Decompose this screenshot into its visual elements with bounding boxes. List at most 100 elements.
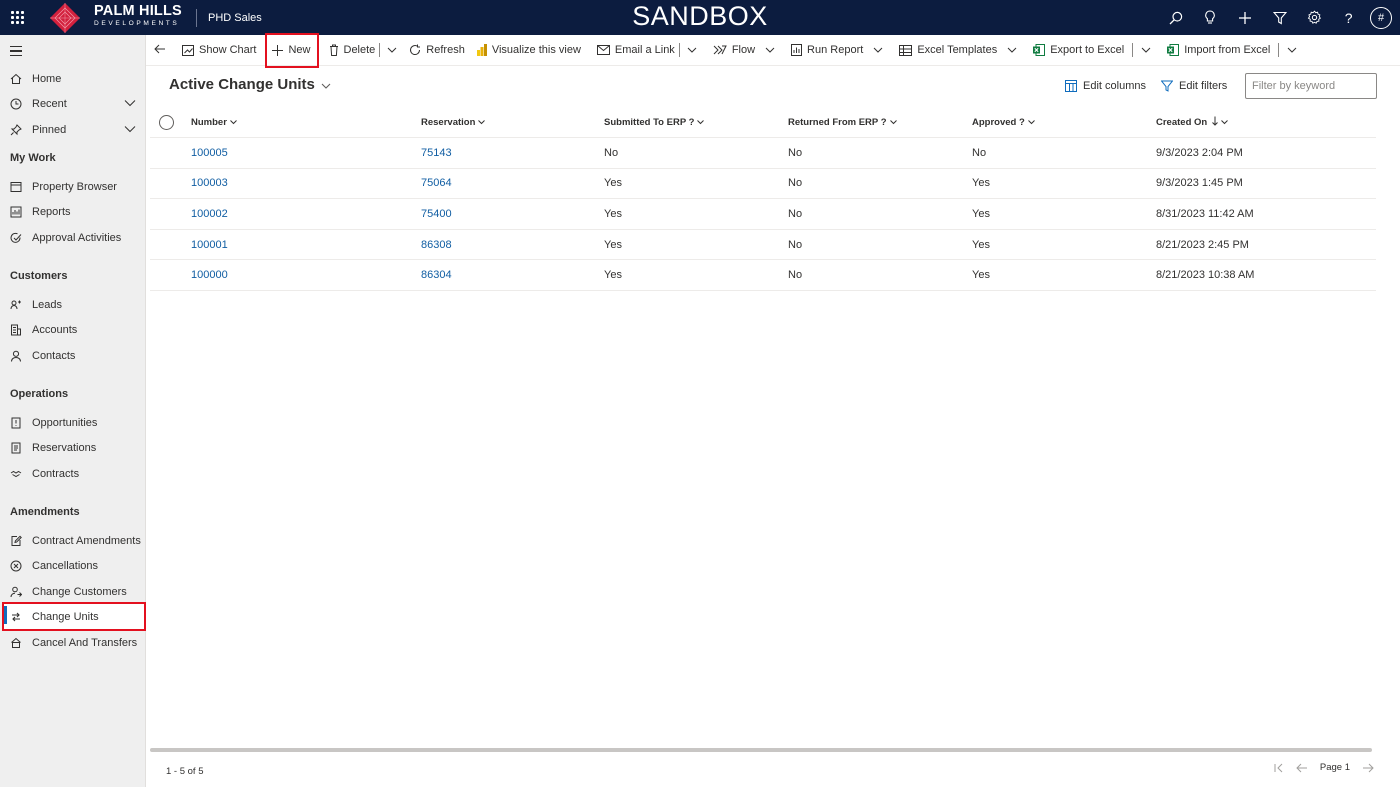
approved-cell: No (972, 146, 987, 159)
horizontal-scrollbar[interactable] (150, 748, 1372, 752)
pin-icon (9, 123, 23, 137)
sidebar-item-label: Leads (32, 299, 62, 311)
submitted-cell: Yes (604, 238, 622, 251)
column-header-returned-from-erp[interactable]: Returned From ERP ? (788, 108, 897, 137)
flow-icon (713, 45, 727, 55)
number-link[interactable]: 100002 (191, 199, 228, 229)
sidebar-item-label: Recent (32, 98, 67, 110)
sidebar-item-pinned[interactable]: Pinned (0, 117, 146, 143)
search-icon[interactable] (1158, 0, 1193, 35)
sidebar-item-cancel-and-transfers[interactable]: Cancel And Transfers (0, 630, 146, 656)
export-excel-button[interactable]: Export to Excel (1025, 35, 1126, 66)
chevron-down-icon[interactable] (124, 124, 136, 136)
table-row[interactable]: 100003 75064 Yes No Yes 9/3/2023 1:45 PM (150, 169, 1376, 200)
number-link[interactable]: 100003 (191, 169, 228, 199)
next-page-icon[interactable] (1362, 763, 1374, 773)
chevron-down-icon (687, 44, 697, 56)
help-icon[interactable]: ? (1331, 0, 1366, 35)
sidebar-item-approval-activities[interactable]: Approval Activities (0, 225, 146, 251)
number-link[interactable]: 100001 (191, 230, 228, 260)
reservation-link[interactable]: 86308 (421, 230, 452, 260)
sidebar-section-operations: Operations (10, 388, 69, 400)
submitted-cell: No (604, 146, 619, 159)
sidebar-item-change-units[interactable]: Change Units (2, 602, 146, 631)
sidebar-item-recent[interactable]: Recent (0, 91, 146, 117)
sidebar-item-cancellations[interactable]: Cancellations (0, 553, 146, 579)
lightbulb-icon[interactable] (1193, 0, 1228, 35)
sidebar-item-property-browser[interactable]: Property Browser (0, 174, 146, 200)
browser-icon (9, 180, 23, 194)
table-row[interactable]: 100000 86304 Yes No Yes 8/21/2023 10:38 … (150, 260, 1376, 291)
refresh-button[interactable]: Refresh (403, 35, 471, 66)
sidebar-item-leads[interactable]: Leads (0, 292, 146, 318)
logo-subtitle: DEVELOPMENTS (94, 19, 180, 27)
sidebar-item-reservations[interactable]: Reservations (0, 435, 146, 461)
sidebar-item-label: Accounts (32, 324, 78, 336)
show-chart-button[interactable]: Show Chart (176, 35, 262, 66)
gear-icon[interactable] (1297, 0, 1332, 35)
flow-button[interactable]: Flow (703, 35, 759, 66)
column-header-created-on[interactable]: Created On (1156, 108, 1229, 137)
avatar[interactable]: # (1370, 6, 1392, 29)
import-excel-dropdown[interactable] (1283, 35, 1301, 66)
sidebar-item-label: Approval Activities (32, 232, 122, 244)
column-header-label: Reservation (421, 117, 476, 128)
created-on-cell: 9/3/2023 2:04 PM (1156, 146, 1243, 159)
back-button[interactable] (146, 35, 176, 66)
trash-icon (329, 44, 339, 56)
visualize-button[interactable]: Visualize this view (471, 35, 587, 66)
email-link-dropdown[interactable] (684, 35, 703, 66)
email-link-button[interactable]: Email a Link (587, 35, 677, 66)
reservation-link[interactable]: 75143 (421, 138, 452, 168)
select-all-checkbox[interactable] (159, 115, 174, 130)
table-row[interactable]: 100002 75400 Yes No Yes 8/31/2023 11:42 … (150, 199, 1376, 230)
delete-button[interactable]: Delete (319, 35, 378, 66)
sidebar-item-contacts[interactable]: Contacts (0, 343, 146, 369)
excel-templates-dropdown[interactable] (1001, 35, 1025, 66)
export-excel-dropdown[interactable] (1137, 35, 1161, 66)
sidebar-item-accounts[interactable]: Accounts (0, 317, 146, 343)
topbar-actions: ? # (1158, 0, 1400, 35)
show-chart-label: Show Chart (199, 44, 257, 56)
run-report-button[interactable]: Run Report (783, 35, 867, 66)
sidebar-item-label: Home (32, 73, 62, 85)
first-page-icon[interactable] (1274, 763, 1284, 773)
previous-page-icon[interactable] (1296, 763, 1308, 773)
flow-dropdown[interactable] (759, 35, 783, 66)
hamburger-icon[interactable] (10, 46, 22, 59)
sidebar-item-reports[interactable]: Reports (0, 199, 146, 225)
column-header-reservation[interactable]: Reservation (421, 108, 486, 137)
sidebar-item-contracts[interactable]: Contracts (0, 461, 146, 487)
chevron-down-icon[interactable] (124, 98, 136, 110)
column-header-number[interactable]: Number (191, 108, 237, 137)
column-header-approved[interactable]: Approved ? (972, 108, 1035, 137)
import-excel-button[interactable]: Import from Excel (1161, 35, 1272, 66)
delete-more-dropdown[interactable] (384, 35, 403, 66)
edit-columns-button[interactable]: Edit columns (1065, 73, 1146, 99)
plus-icon[interactable] (1228, 0, 1263, 35)
sidebar-item-contract-amendments[interactable]: Contract Amendments (0, 528, 146, 554)
view-selector[interactable]: Active Change Units (169, 76, 331, 93)
app-launcher-icon[interactable] (9, 9, 25, 25)
export-excel-label: Export to Excel (1050, 44, 1125, 56)
run-report-dropdown[interactable] (867, 35, 891, 66)
sidebar-item-label: Contract Amendments (32, 535, 141, 547)
table-row[interactable]: 100005 75143 No No No 9/3/2023 2:04 PM (150, 138, 1376, 169)
sidebar-item-opportunities[interactable]: Opportunities (0, 410, 146, 436)
reservation-link[interactable]: 86304 (421, 260, 452, 290)
new-button[interactable]: New (262, 35, 318, 66)
edit-filters-button[interactable]: Edit filters (1161, 73, 1227, 99)
excel-templates-button[interactable]: Excel Templates (891, 35, 1001, 66)
filter-keyword-input[interactable] (1245, 73, 1377, 99)
reservation-link[interactable]: 75064 (421, 169, 452, 199)
filter-icon[interactable] (1262, 0, 1297, 35)
record-count: 1 - 5 of 5 (166, 766, 204, 777)
chevron-down-icon (478, 117, 486, 128)
column-header-submitted-to-erp[interactable]: Submitted To ERP ? (604, 108, 705, 137)
reservation-link[interactable]: 75400 (421, 199, 452, 229)
table-row[interactable]: 100001 86308 Yes No Yes 8/21/2023 2:45 P… (150, 230, 1376, 261)
app-name[interactable]: PHD Sales (208, 12, 262, 24)
number-link[interactable]: 100005 (191, 138, 228, 168)
sidebar-item-home[interactable]: Home (0, 66, 146, 92)
number-link[interactable]: 100000 (191, 260, 228, 290)
